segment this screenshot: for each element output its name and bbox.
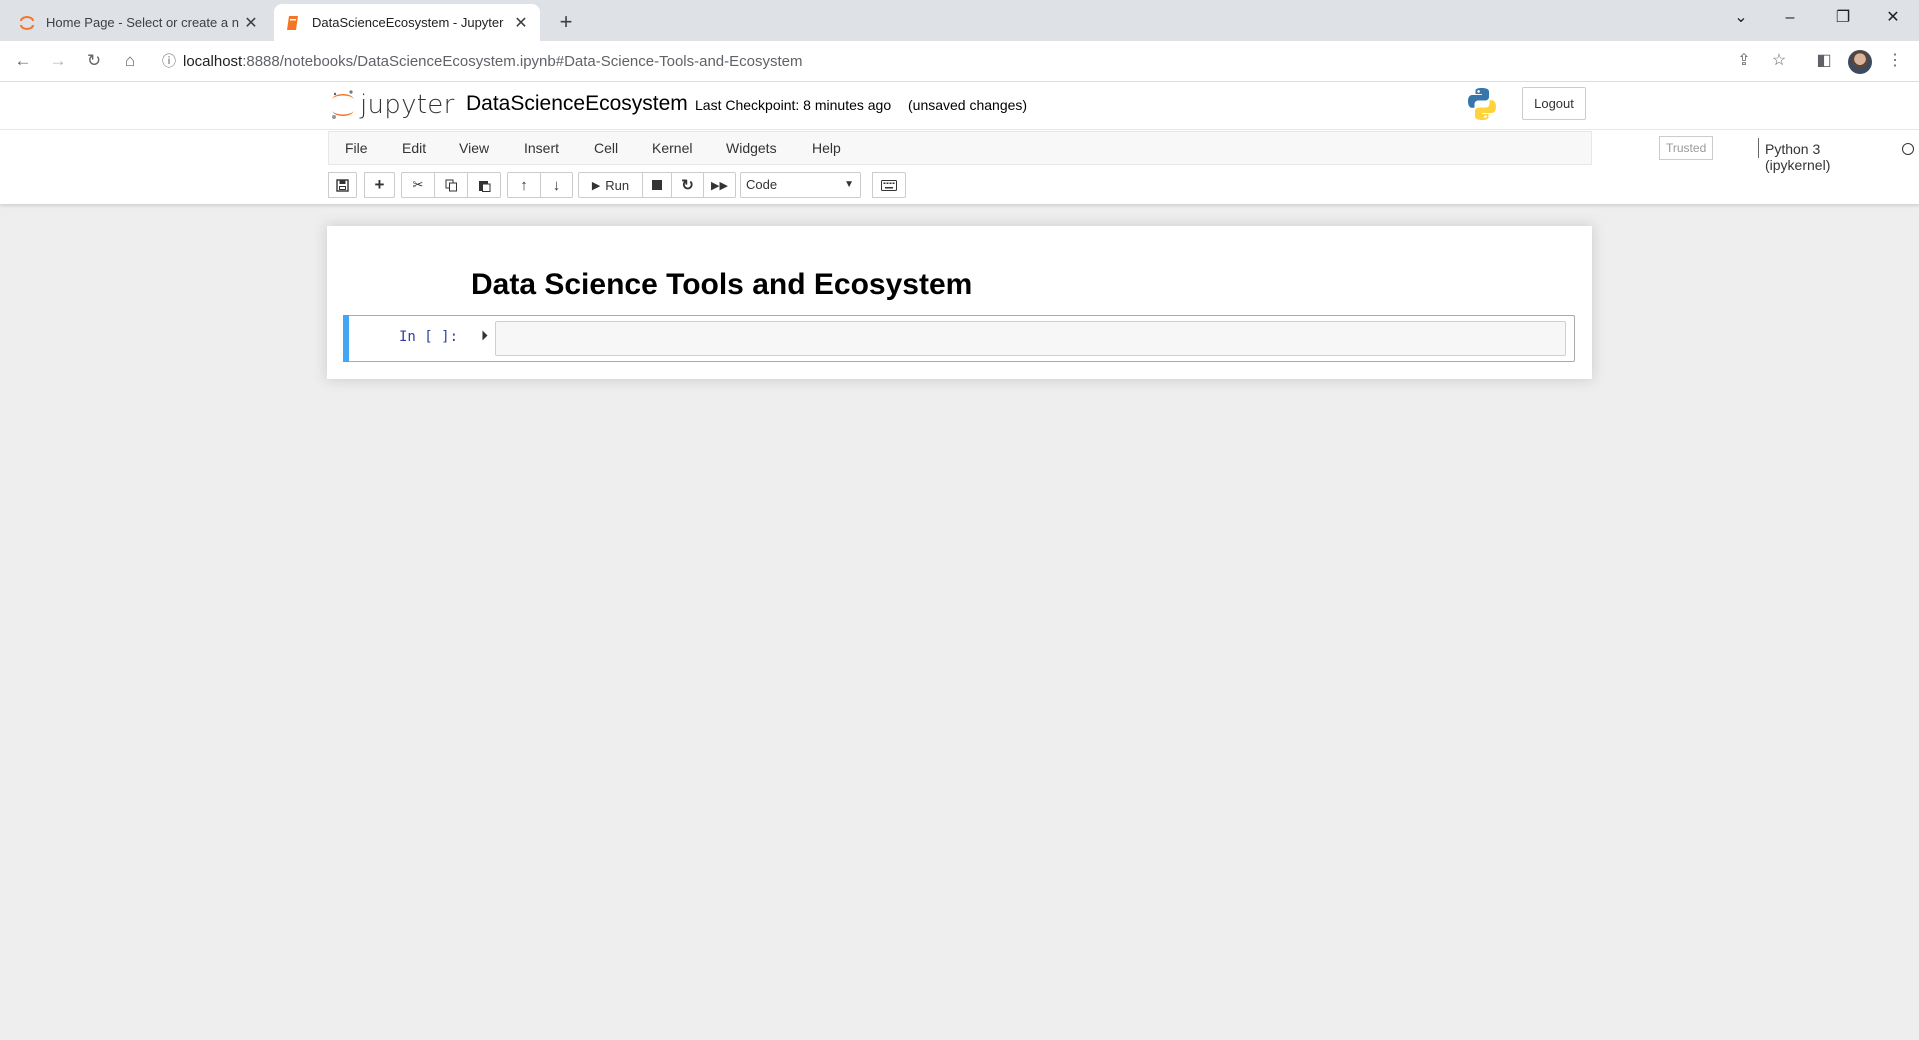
input-prompt: In [ ]: [399, 329, 459, 345]
plus-icon: + [374, 175, 385, 194]
bookmark-star-icon[interactable]: ☆ [1765, 47, 1793, 75]
restart-run-all-button[interactable]: ▶▶ [703, 172, 736, 198]
forward-icon[interactable]: → [44, 47, 72, 75]
chevron-down-icon: ▼ [844, 179, 854, 190]
menu-edit[interactable]: Edit [402, 140, 426, 156]
arrow-down-icon: ↓ [552, 176, 561, 194]
python-logo-icon [1468, 88, 1496, 120]
code-cell[interactable]: In [ ]: ⏵ [343, 315, 1575, 362]
menu-help[interactable]: Help [812, 140, 841, 156]
notebook-name[interactable]: DataScienceEcosystem [466, 92, 688, 116]
notebook-container: Data Science Tools and Ecosystem In [ ]:… [327, 226, 1592, 379]
copy-icon [445, 179, 457, 191]
keyboard-icon [881, 179, 897, 191]
share-icon[interactable]: ⇪ [1730, 47, 1758, 75]
jupyter-logo-text: jupyter [360, 90, 455, 120]
url-host: localhost [183, 52, 243, 70]
move-up-button[interactable]: ↑ [507, 172, 541, 198]
jupyter-favicon-icon [18, 14, 36, 32]
run-label: Run [605, 177, 630, 193]
browser-toolbar: ← → ↻ ⌂ ⓘ localhost:8888/notebooks/DataS… [0, 41, 1919, 82]
logout-button[interactable]: Logout [1522, 87, 1586, 120]
autosave-status: (unsaved changes) [908, 97, 1028, 113]
site-info-icon[interactable]: ⓘ [155, 51, 183, 71]
tab-title: DataScienceEcosystem - Jupyter [312, 15, 504, 30]
run-button[interactable]: ▶ Run [578, 172, 643, 198]
interrupt-button[interactable] [642, 172, 672, 198]
insert-cell-button[interactable]: + [364, 172, 395, 198]
tab-title: Home Page - Select or create a n [46, 15, 239, 30]
notebook-favicon-icon [284, 14, 302, 32]
kernel-idle-indicator-icon [1902, 143, 1914, 155]
menu-kernel[interactable]: Kernel [652, 140, 692, 156]
jupyter-logo[interactable]: jupyter [330, 87, 455, 123]
markdown-heading[interactable]: Data Science Tools and Ecosystem [471, 268, 972, 302]
run-cell-icon[interactable]: ⏵ [481, 327, 488, 344]
menu-widgets[interactable]: Widgets [726, 140, 777, 156]
minimize-icon[interactable]: – [1767, 4, 1813, 32]
scissors-icon: ✂ [412, 177, 424, 192]
paste-icon [478, 180, 490, 192]
close-window-icon[interactable]: ✕ [1870, 4, 1916, 32]
menu-view[interactable]: View [459, 140, 489, 156]
browser-tab-strip: Home Page - Select or create a n ✕ DataS… [0, 0, 1919, 41]
home-icon[interactable]: ⌂ [116, 47, 144, 75]
checkpoint-status: Last Checkpoint: 8 minutes ago [695, 97, 892, 113]
arrow-up-icon: ↑ [520, 176, 528, 194]
save-button[interactable] [328, 172, 357, 198]
menu-file[interactable]: File [345, 140, 368, 156]
back-icon[interactable]: ← [9, 47, 37, 75]
fast-forward-icon: ▶▶ [711, 179, 728, 192]
cut-button[interactable]: ✂ [401, 172, 435, 198]
play-icon: ▶ [591, 179, 601, 192]
move-down-button[interactable]: ↓ [540, 172, 573, 198]
address-bar[interactable]: ⓘ localhost:8888/notebooks/DataScienceEc… [155, 46, 1795, 76]
reload-icon[interactable]: ↻ [80, 47, 108, 75]
restore-icon[interactable]: ❐ [1820, 4, 1866, 32]
browser-menu-icon[interactable]: ⋮ [1881, 47, 1909, 75]
kernel-separator [1758, 138, 1759, 158]
code-editor[interactable] [495, 321, 1566, 356]
stop-icon [652, 180, 662, 190]
new-tab-button[interactable]: + [552, 9, 580, 37]
cell-type-value: Code [746, 177, 778, 192]
trusted-indicator[interactable]: Trusted [1659, 136, 1714, 160]
restart-icon: ↻ [681, 177, 694, 194]
tab-close-icon[interactable]: ✕ [512, 13, 530, 33]
menu-insert[interactable]: Insert [524, 140, 559, 156]
tab-home-page[interactable]: Home Page - Select or create a n ✕ [8, 4, 270, 41]
command-palette-button[interactable] [872, 172, 906, 198]
profile-avatar[interactable] [1848, 50, 1872, 74]
side-panel-icon[interactable]: ◧ [1810, 47, 1838, 75]
copy-button[interactable] [434, 172, 468, 198]
notebook-toolbar-area: File Edit View Insert Cell Kernel Widget… [0, 129, 1919, 204]
selected-cell-indicator [343, 315, 349, 362]
tab-search-icon[interactable]: ⌄ [1718, 4, 1764, 32]
kernel-name[interactable]: Python 3 (ipykernel) [1765, 141, 1830, 173]
jupyter-logo-icon [332, 90, 354, 119]
menu-cell[interactable]: Cell [594, 140, 618, 156]
tab-notebook[interactable]: DataScienceEcosystem - Jupyter ✕ [274, 4, 540, 41]
menubar: File Edit View Insert Cell Kernel Widget… [328, 131, 1914, 173]
jupyter-header: jupyter DataScienceEcosystem Last Checkp… [0, 82, 1919, 129]
save-icon [336, 178, 349, 192]
url-path: :8888/notebooks/DataScienceEcosystem.ipy… [242, 52, 803, 70]
tab-close-icon[interactable]: ✕ [242, 13, 260, 33]
cell-type-select[interactable]: Code ▼ [740, 172, 861, 198]
paste-button[interactable] [467, 172, 501, 198]
restart-button[interactable]: ↻ [671, 172, 704, 198]
